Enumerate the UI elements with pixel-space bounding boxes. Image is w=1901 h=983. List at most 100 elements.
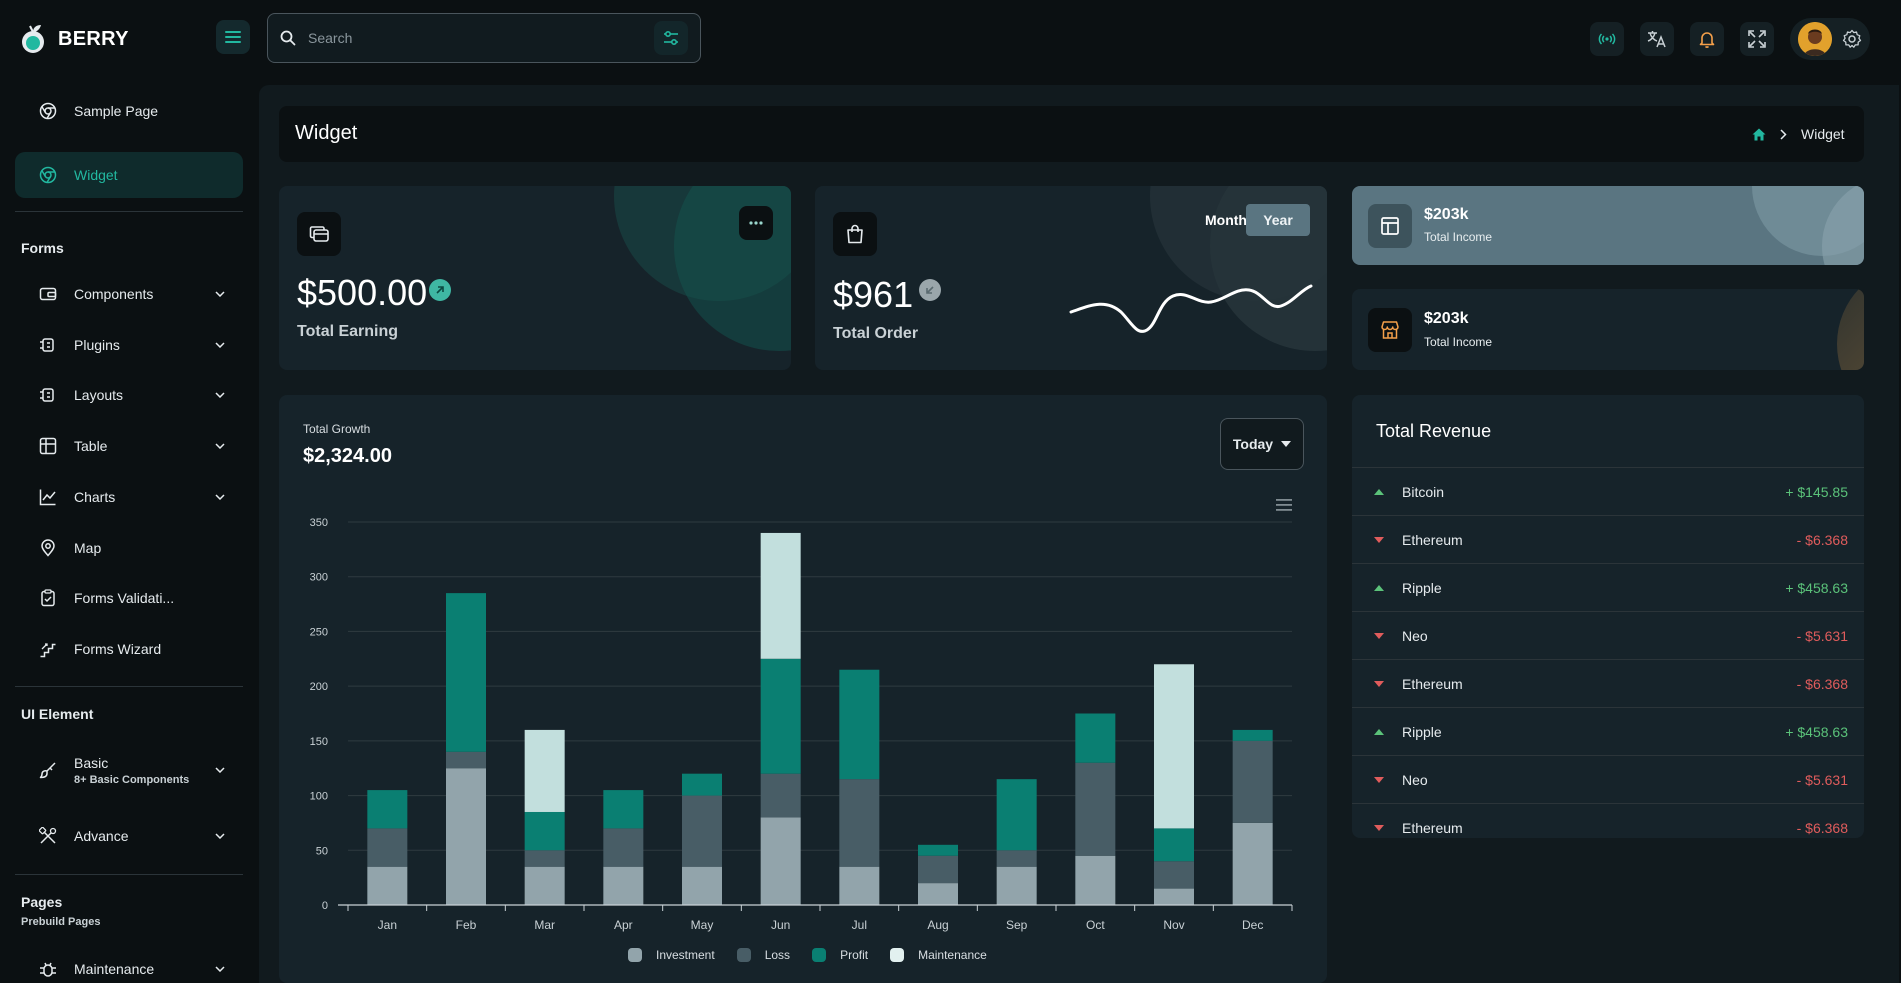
legend-swatch — [890, 948, 905, 962]
bar-segment-investment — [603, 866, 644, 905]
sidebar-item-layouts[interactable]: Layouts — [15, 372, 243, 418]
chevron-down-icon — [215, 291, 225, 297]
legend-label: Profit — [840, 948, 869, 962]
y-tick-label: 250 — [310, 626, 328, 638]
y-tick-label: 350 — [310, 517, 328, 529]
sidebar-item-charts[interactable]: Charts — [15, 474, 243, 520]
total-income-card-secondary: $203k Total Income — [1352, 289, 1864, 370]
revenue-value: - $6.368 — [1796, 531, 1848, 548]
legend-item-maintenance[interactable]: Maintenance — [890, 948, 987, 962]
chevron-down-icon — [215, 342, 225, 348]
profile-menu-button[interactable] — [1790, 18, 1870, 60]
sidebar-item-sample-page[interactable]: Sample Page — [15, 88, 243, 134]
tab-year[interactable]: Year — [1246, 204, 1310, 236]
x-tick-label: Mar — [534, 918, 555, 932]
revenue-row[interactable]: Ripple + $458.63 — [1352, 564, 1864, 612]
caret-down-icon — [1374, 776, 1384, 783]
tools-icon — [39, 827, 57, 845]
x-tick-label: Oct — [1086, 918, 1105, 932]
maximize-icon — [1748, 30, 1766, 48]
revenue-row[interactable]: Bitcoin + $145.85 — [1352, 468, 1864, 516]
translate-icon — [1647, 31, 1666, 48]
chevron-right-icon — [1780, 128, 1787, 140]
period-select[interactable]: Today — [1220, 418, 1304, 470]
bar-segment-loss — [367, 828, 408, 867]
revenue-row[interactable]: Ripple + $458.63 — [1352, 708, 1864, 756]
fullscreen-button[interactable] — [1740, 22, 1774, 56]
revenue-coin-name: Neo — [1402, 627, 1428, 644]
y-tick-label: 200 — [310, 681, 328, 693]
x-tick-label: Feb — [456, 918, 477, 932]
bar-segment-profit — [1154, 828, 1194, 862]
home-icon[interactable] — [1752, 128, 1766, 141]
revenue-value: - $5.631 — [1796, 771, 1848, 788]
income-icon-box — [1368, 308, 1412, 352]
notifications-button[interactable] — [1690, 22, 1724, 56]
live-broadcast-button[interactable] — [1590, 22, 1624, 56]
chevron-down-icon — [215, 494, 225, 500]
shopping-bag-icon — [847, 224, 863, 244]
period-select-value: Today — [1232, 436, 1274, 452]
total-revenue-card: Total Revenue Bitcoin + $145.85 Ethereum - … — [1352, 395, 1864, 838]
sidebar-item-widget[interactable]: Widget — [15, 152, 243, 198]
sidebar-item-caption: 8+ Basic Components — [74, 773, 190, 786]
sidebar-item-basic[interactable]: Basic 8+ Basic Components — [15, 738, 243, 802]
legend-item-profit[interactable]: Profit — [812, 948, 868, 962]
store-icon — [1381, 321, 1399, 339]
search-icon — [280, 30, 296, 46]
bar-segment-investment — [1232, 822, 1273, 905]
x-tick-label: May — [691, 918, 714, 932]
sidebar-section-caption: Prebuild Pages — [21, 916, 101, 928]
revenue-row[interactable]: Ethereum - $6.368 — [1352, 660, 1864, 708]
bar-segment-investment — [1154, 888, 1194, 905]
revenue-row[interactable]: Neo - $5.631 — [1352, 756, 1864, 804]
sidebar-item-forms-validation[interactable]: Forms Validati... — [15, 575, 243, 621]
sidebar-divider — [15, 686, 243, 687]
sidebar-item-label: Widget — [74, 167, 118, 183]
order-label: Total Order — [833, 325, 919, 342]
bar-segment-investment — [367, 866, 408, 905]
sidebar-item-label: Basic — [74, 754, 109, 771]
revenue-coin-name: Ripple — [1402, 723, 1442, 740]
order-sparkline — [1069, 284, 1313, 333]
sidebar-item-label: Maintenance — [74, 961, 155, 977]
caret-up-icon — [1374, 488, 1384, 495]
legend-item-investment[interactable]: Investment — [628, 948, 715, 962]
sidebar-item-forms-wizard[interactable]: Forms Wizard — [15, 626, 243, 672]
menu-toggle-button[interactable] — [216, 20, 250, 54]
sidebar-section-forms: Forms — [21, 240, 64, 256]
bar-segment-loss — [446, 751, 486, 769]
x-tick-label: Jan — [378, 918, 397, 932]
sidebar-item-maintenance[interactable]: Maintenance — [15, 946, 243, 983]
total-income-card-primary: $203k Total Income — [1352, 186, 1864, 265]
bar-segment-profit — [524, 811, 565, 851]
sidebar-item-map[interactable]: Map — [15, 525, 243, 571]
chevron-down-icon — [215, 443, 225, 449]
revenue-value: + $458.63 — [1785, 723, 1848, 740]
search-filter-button[interactable] — [654, 21, 688, 55]
sidebar-item-components[interactable]: Components — [15, 271, 243, 317]
growth-amount: $2,324.00 — [303, 445, 392, 467]
more-options-button[interactable] — [739, 206, 773, 240]
total-order-card: Month Year $961 Total Order — [815, 186, 1327, 370]
bar-segment-loss — [760, 773, 801, 818]
income-label: Total Income — [1424, 230, 1493, 244]
language-button[interactable] — [1640, 22, 1674, 56]
arrow-down-left-icon — [926, 286, 934, 294]
map-pin-icon — [39, 539, 57, 557]
page-header — [279, 106, 1864, 162]
sidebar-item-advance[interactable]: Advance — [15, 813, 243, 859]
revenue-row[interactable]: Neo - $5.631 — [1352, 612, 1864, 660]
search-input[interactable] — [308, 30, 654, 46]
sidebar-item-table[interactable]: Table — [15, 423, 243, 469]
bar-segment-loss — [1232, 740, 1273, 823]
brand-logo[interactable]: BERRY — [20, 20, 129, 58]
bar-segment-loss — [682, 795, 722, 867]
bar-segment-loss — [996, 850, 1037, 867]
revenue-row[interactable]: Ethereum - $6.368 — [1352, 804, 1864, 838]
x-tick-label: Apr — [614, 918, 633, 932]
sidebar-item-label: Map — [74, 540, 102, 556]
revenue-row[interactable]: Ethereum - $6.368 — [1352, 516, 1864, 564]
legend-item-loss[interactable]: Loss — [736, 948, 790, 962]
sidebar-item-plugins[interactable]: Plugins — [15, 322, 243, 368]
